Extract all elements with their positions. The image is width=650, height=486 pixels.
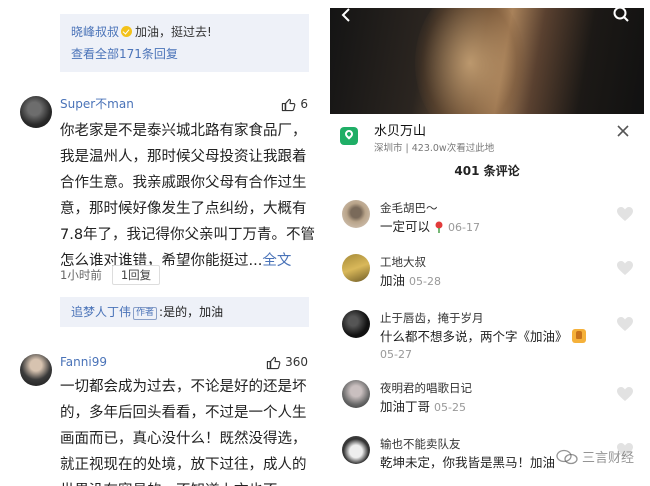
comment-line: 一切都会成为过去，不论是好的还是坏 [60, 379, 307, 395]
reply-text: :是的，加油 [159, 305, 224, 319]
comment-username[interactable]: 工地大叔 [380, 254, 426, 270]
reply-count-button[interactable]: 1回复 [111, 265, 161, 285]
comment-line: 你老家是不是泰兴城北路有家食品厂， [60, 123, 307, 139]
watermark: 三言财经 [556, 447, 634, 466]
search-icon[interactable] [612, 8, 630, 24]
heart-icon[interactable] [616, 386, 634, 402]
reply-author-name[interactable]: 晓峰叔叔 [71, 25, 119, 39]
comment-item: Super不man 6 你老家是不是泰兴城北路有家食品厂， 我是温州人，那时候父… [0, 92, 318, 332]
location-subtitle: 深圳市 | 423.0w次看过此地 [374, 143, 495, 154]
avatar[interactable] [20, 354, 52, 386]
comment-time: 1小时前 [60, 268, 102, 282]
comments-sheet: 水贝万山 深圳市 | 423.0w次看过此地 401 条评论 金毛胡巴～ 一定可… [330, 114, 644, 486]
comment-item: 止于唇齿，掩于岁月 什么都不想多说，两个字《加油》 05-27 [342, 310, 636, 370]
comment-line: 7.8年了，我记得你父亲叫丁万青。不管 [60, 227, 316, 243]
full-text-link[interactable]: 全文 [262, 253, 291, 269]
comment-text: 乾坤未定，你我皆是黑马！加油 [380, 455, 556, 470]
like-button[interactable]: 360 [266, 354, 308, 370]
comment-username[interactable]: 夜明君的唱歌日记 [380, 380, 472, 396]
watermark-text: 三言财经 [581, 451, 634, 466]
avatar[interactable] [342, 254, 370, 282]
thumbs-up-icon [282, 98, 296, 111]
comment-text-row: 什么都不想多说，两个字《加油》 [380, 328, 586, 346]
comment-line: 合作生意。我亲戚跟你父母有合作过生 [60, 175, 307, 191]
comment-date: 05-27 [380, 348, 412, 361]
comment-count: 401 条评论 [454, 164, 520, 178]
video-player[interactable] [330, 8, 644, 114]
comment-date: 05-25 [434, 401, 466, 414]
rose-emoji-icon [435, 221, 443, 233]
author-tag-badge: 作者 [133, 307, 158, 320]
comment-line: 我是温州人，那时候父母投资让我跟着 [60, 149, 307, 165]
comment-line: 的，多年后回头看看，不过是一个人生 [60, 405, 307, 421]
comment-line: 意，那时候好像发生了点纠纷，大概有 [60, 201, 307, 217]
right-video-panel: 水贝万山 深圳市 | 423.0w次看过此地 401 条评论 金毛胡巴～ 一定可… [330, 8, 644, 486]
comment-body: 你老家是不是泰兴城北路有家食品厂， 我是温州人，那时候父母投资让我跟着 合作生意… [60, 118, 316, 274]
comment-item: 工地大叔 加油 05-28 [342, 254, 636, 298]
reply-preview-box[interactable]: 晓峰叔叔 加油，挺过去! 查看全部171条回复 [60, 14, 309, 72]
comment-text-row: 加油 05-28 [380, 272, 441, 291]
screenshot-root: 晓峰叔叔 加油，挺过去! 查看全部171条回复 Super不man 6 你老家是不… [0, 0, 650, 486]
comment-username[interactable]: Super不man [60, 96, 134, 112]
author-reply-box[interactable]: 追梦人丁伟 作者:是的，加油 [60, 297, 309, 327]
comment-username[interactable]: Fanni99 [60, 354, 107, 370]
avatar[interactable] [342, 436, 370, 464]
comment-meta: 1小时前 1回复 [60, 265, 161, 285]
like-count: 360 [285, 355, 308, 369]
avatar[interactable] [20, 96, 52, 128]
heart-icon[interactable] [616, 316, 634, 332]
comment-line: 画面而已，真心没什么！既然没得选， [60, 431, 307, 447]
thumbs-up-icon [266, 356, 281, 369]
reply-author-name[interactable]: 追梦人丁伟 [71, 305, 131, 319]
comment-text: 什么都不想多说，两个字《加油》 [380, 329, 568, 344]
heart-icon[interactable] [616, 206, 634, 222]
reply-preview-line: 晓峰叔叔 加油，挺过去! [71, 23, 298, 41]
wechat-logo-icon [556, 449, 578, 464]
comment-body: 一切都会成为过去，不论是好的还是坏 的，多年后回头看看，不过是一个人生 画面而已… [60, 374, 307, 486]
thumbs-up-emoji-icon [571, 329, 586, 343]
comment-date: 06-17 [448, 221, 480, 234]
location-header[interactable]: 水贝万山 深圳市 | 423.0w次看过此地 [340, 123, 634, 157]
comment-text-row: 一定可以 06-17 [380, 218, 480, 237]
location-pin-icon [340, 127, 358, 145]
reply-preview-text: 加油，挺过去! [135, 25, 212, 39]
like-count: 6 [300, 97, 308, 111]
comment-line: 就正视现在的处境，放下过往，成人的 [60, 457, 307, 473]
comment-item: 夜明君的唱歌日记 加油丁哥 05-25 [342, 380, 636, 424]
comment-item: 金毛胡巴～ 一定可以 06-17 [342, 200, 636, 244]
verified-badge-icon [121, 26, 133, 37]
comment-username[interactable]: 止于唇齿，掩于岁月 [380, 310, 484, 326]
close-icon[interactable] [616, 124, 630, 138]
avatar[interactable] [342, 200, 370, 228]
left-comment-panel: 晓峰叔叔 加油，挺过去! 查看全部171条回复 Super不man 6 你老家是不… [0, 0, 318, 486]
comment-username[interactable]: 金毛胡巴～ [380, 200, 438, 216]
comment-item: Fanni99 360 一切都会成为过去，不论是好的还是坏 的，多年后回头看看，… [0, 350, 318, 486]
comment-text: 加油丁哥 [380, 399, 431, 414]
view-all-replies-link[interactable]: 查看全部171条回复 [71, 44, 298, 64]
heart-icon[interactable] [616, 260, 634, 276]
comment-username[interactable]: 输也不能卖队友 [380, 436, 461, 452]
comment-text-row: 加油丁哥 05-25 [380, 398, 466, 417]
comment-date: 05-28 [409, 275, 441, 288]
video-frame [415, 8, 525, 114]
back-chevron-icon[interactable] [340, 8, 354, 22]
avatar[interactable] [342, 310, 370, 338]
comment-text: 加油 [380, 273, 406, 288]
location-title: 水贝万山 [374, 124, 427, 139]
comment-line: 世界没有容易的，不知道上文也不... [60, 478, 291, 486]
comment-text: 一定可以 [380, 219, 431, 234]
avatar[interactable] [342, 380, 370, 408]
like-button[interactable]: 6 [281, 96, 308, 112]
